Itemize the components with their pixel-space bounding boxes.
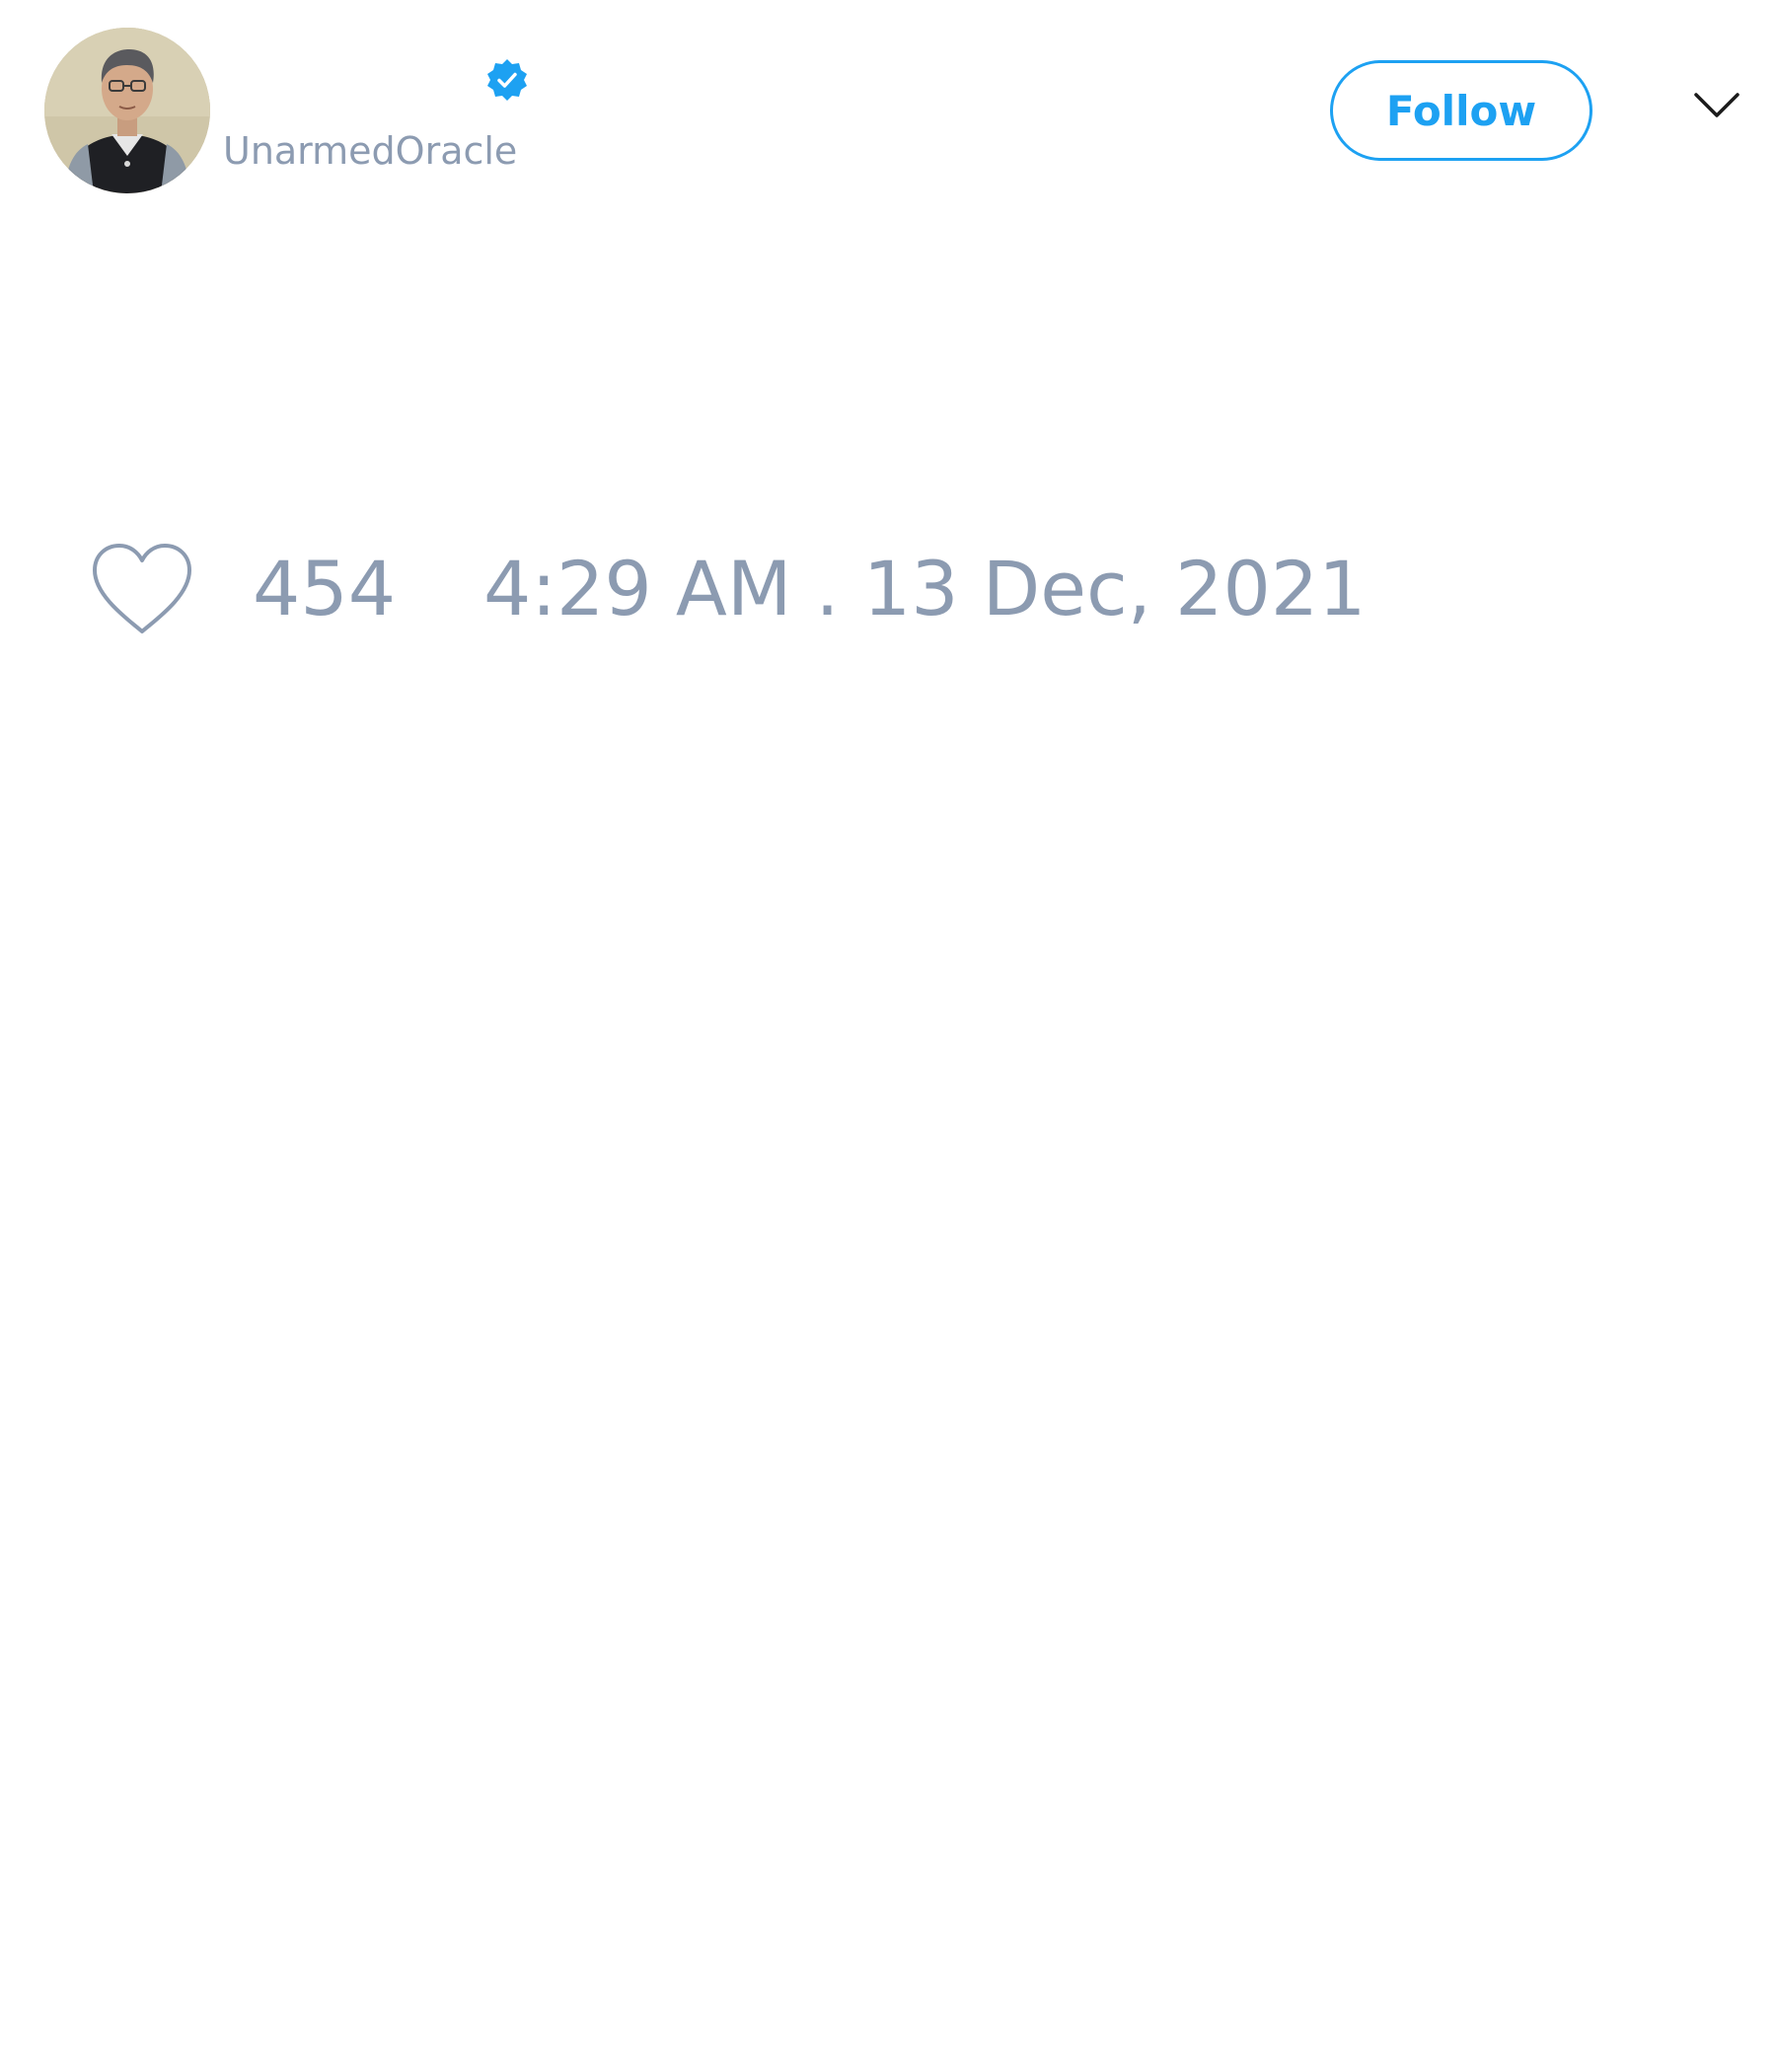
like-count: 454 (253, 545, 397, 632)
avatar-portrait-image (44, 28, 210, 193)
avatar[interactable] (44, 28, 210, 193)
chevron-down-icon[interactable] (1693, 91, 1740, 120)
follow-button[interactable]: Follow (1330, 60, 1592, 161)
tweet-timestamp[interactable]: 4:29 AM . 13 Dec, 2021 (483, 549, 1367, 629)
verified-badge-icon (484, 57, 530, 103)
heart-outline-icon[interactable] (89, 541, 195, 637)
author-handle[interactable]: UnarmedOracle (223, 126, 517, 176)
tweet-card: UnarmedOracle Follow 454 4:29 AM . 13 De… (0, 0, 1776, 2072)
